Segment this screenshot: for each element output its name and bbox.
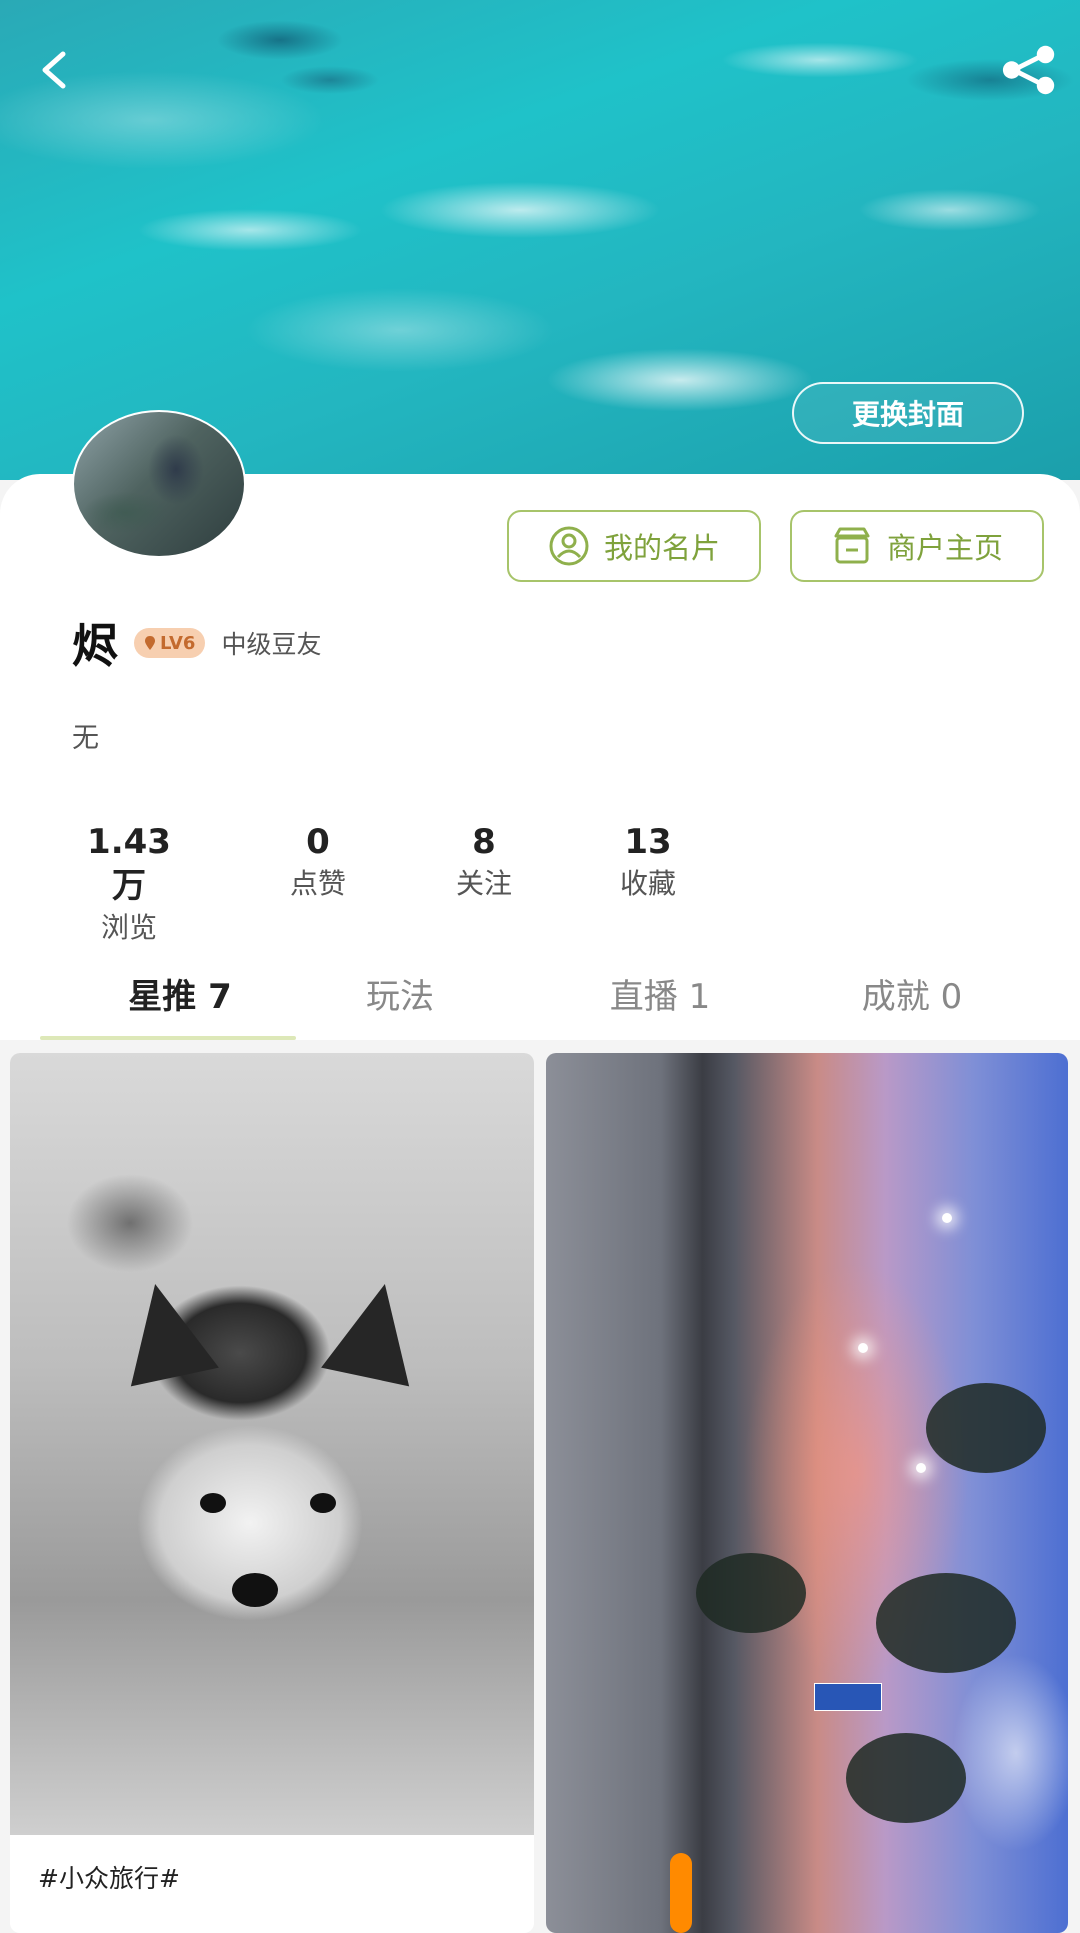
- stat-favorites-value: 13: [624, 822, 672, 862]
- rank-title: 中级豆友: [221, 630, 322, 659]
- store-icon: [834, 527, 870, 564]
- user-name: 烬: [72, 619, 118, 673]
- level-badge: LV6: [134, 628, 206, 658]
- street-lamp: [942, 1213, 952, 1223]
- tab-indicator: [40, 1036, 296, 1040]
- my-card-label: 我的名片: [603, 531, 720, 565]
- post-image-husky: [10, 1053, 534, 1835]
- my-card-button[interactable]: 我的名片: [507, 510, 761, 582]
- stat-following-label: 关注: [455, 867, 512, 900]
- dog-eye-right: [310, 1493, 336, 1513]
- stat-likes[interactable]: 0 点赞: [278, 820, 358, 904]
- tab-gameplay[interactable]: 玩法: [330, 960, 470, 1034]
- tab-recommend[interactable]: 星推 7: [80, 960, 280, 1034]
- dog-eye-left: [200, 1493, 226, 1513]
- live-indicator: [670, 1853, 692, 1933]
- share-icon: [1002, 45, 1055, 95]
- post-hashtag[interactable]: #小众旅行#: [38, 1859, 180, 1895]
- stat-views-label: 浏览: [100, 911, 157, 944]
- post-image-street: [546, 1053, 1068, 1933]
- dog-ear-right: [321, 1274, 429, 1387]
- tree: [876, 1573, 1016, 1673]
- tree: [696, 1553, 806, 1633]
- stat-views-value: 1.43万: [87, 822, 171, 906]
- avatar[interactable]: [72, 410, 246, 558]
- level-text: LV6: [160, 632, 196, 654]
- tree: [846, 1733, 966, 1823]
- stat-favorites-label: 收藏: [619, 867, 676, 900]
- pin-icon: [145, 636, 155, 650]
- merchant-home-label: 商户主页: [886, 531, 1003, 565]
- stat-views[interactable]: 1.43万 浏览: [72, 820, 186, 948]
- user-icon: [549, 526, 589, 566]
- dog-ear-left: [111, 1274, 219, 1387]
- stat-following-value: 8: [472, 822, 496, 862]
- tree: [926, 1383, 1046, 1473]
- tab-achievements[interactable]: 成就 0: [832, 960, 992, 1034]
- tab-live[interactable]: 直播 1: [580, 960, 740, 1034]
- road-sign: [814, 1683, 882, 1711]
- stat-favorites[interactable]: 13 收藏: [608, 820, 688, 904]
- stat-likes-label: 点赞: [289, 867, 346, 900]
- feed-card[interactable]: [546, 1053, 1068, 1933]
- stat-following[interactable]: 8 关注: [444, 820, 524, 904]
- back-button[interactable]: [24, 40, 84, 100]
- name-row: 烬 LV6 中级豆友: [72, 610, 321, 676]
- bio: 无: [72, 723, 99, 754]
- dog-nose: [232, 1573, 278, 1607]
- stat-likes-value: 0: [306, 822, 330, 862]
- street-lamp: [916, 1463, 926, 1473]
- share-button[interactable]: [1000, 40, 1060, 100]
- street-lamp: [858, 1343, 868, 1353]
- feed-card[interactable]: #小众旅行#: [10, 1053, 534, 1933]
- change-cover-button[interactable]: 更换封面: [792, 382, 1024, 444]
- chevron-left-icon: [42, 51, 66, 89]
- tab-bar: 星推 7 玩法 直播 1 成就 0: [0, 960, 1080, 1040]
- merchant-home-button[interactable]: 商户主页: [790, 510, 1044, 582]
